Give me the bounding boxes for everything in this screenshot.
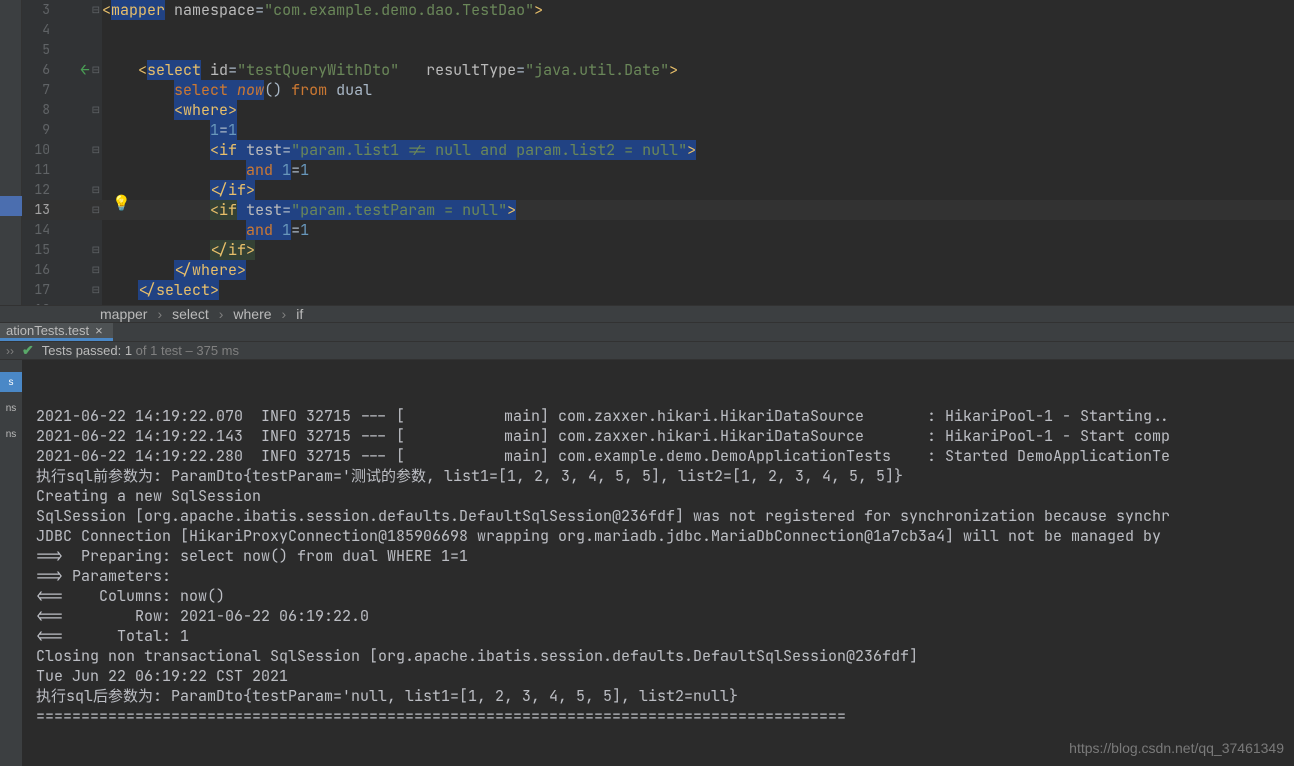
gutter-line[interactable]: 17 ⊟ [22,280,102,300]
code-line[interactable]: <if test="param.testParam = null"> [102,200,1294,220]
tests-count-label: of 1 test – 375 ms [132,343,239,358]
console-line: <== Total: 1 [36,626,1292,646]
run-tab-label: ationTests.test [6,323,89,338]
code-line[interactable] [102,40,1294,60]
gutter-line[interactable]: 16 ⊟ [22,260,102,280]
line-number: 8 [22,100,50,120]
line-number: 6 [22,60,50,80]
tests-passed-label: Tests passed: 1 [42,343,132,358]
fold-end-icon[interactable]: ⊟ [92,280,100,300]
code-line[interactable] [102,300,1294,320]
code-line[interactable] [102,20,1294,40]
console-line: Creating a new SqlSession [36,486,1292,506]
gutter-line[interactable]: 4 [22,20,102,40]
code-line[interactable]: <mapper namespace="com.example.demo.dao.… [102,0,1294,20]
fold-end-icon[interactable]: ⊟ [92,180,100,200]
line-number: 12 [22,180,50,200]
line-number: 13 [22,200,50,220]
line-number: 15 [22,240,50,260]
console-panel: s ns ns 2021-06-22 14:19:22.070 INFO 327… [0,359,1294,766]
gutter-line[interactable]: 7 [22,80,102,100]
expand-icon[interactable]: ›› [6,344,14,358]
console-line: 2021-06-22 14:19:22.280 INFO 32715 --- [… [36,446,1292,466]
console-output[interactable]: 2021-06-22 14:19:22.070 INFO 32715 --- [… [22,360,1294,766]
line-number: 4 [22,20,50,40]
code-line[interactable]: and 1=1 [102,220,1294,240]
console-line: 执行sql前参数为: ParamDto{testParam='测试的参数, li… [36,466,1292,486]
gutter-line[interactable]: 12 ⊟ [22,180,102,200]
line-number: 14 [22,220,50,240]
code-line[interactable]: 1=1 [102,120,1294,140]
run-tab-bar: ationTests.test × [0,322,1294,342]
fold-end-icon[interactable]: ⊟ [92,240,100,260]
gutter-line[interactable]: 6 ←⊟ [22,60,102,80]
line-number: 9 [22,120,50,140]
console-tab[interactable]: ns [0,424,22,444]
test-status-bar: ›› ✔ Tests passed: 1 of 1 test – 375 ms [0,342,1294,359]
console-line: <== Columns: now() [36,586,1292,606]
code-line[interactable]: select now() from dual [102,80,1294,100]
line-number: 17 [22,280,50,300]
fold-icon[interactable]: ⊟ [92,100,100,120]
fold-icon[interactable]: ⊟ [92,140,100,160]
console-line: Tue Jun 22 06:19:22 CST 2021 [36,666,1292,686]
console-tab[interactable]: s [0,372,22,392]
code-line[interactable]: </if> [102,240,1294,260]
nav-back-icon[interactable]: ← [80,60,90,80]
console-line: ==> Preparing: select now() from dual WH… [36,546,1292,566]
fold-icon[interactable]: ⊟ [92,200,100,220]
gutter-line[interactable]: 14 [22,220,102,240]
watermark: https://blog.csdn.net/qq_37461349 [1069,738,1284,758]
code-line[interactable]: <where> [102,100,1294,120]
gutter-line[interactable]: 10 ⊟ [22,140,102,160]
line-number: 16 [22,260,50,280]
console-line: <== Row: 2021-06-22 06:19:22.0 [36,606,1292,626]
fold-end-icon[interactable]: ⊟ [92,260,100,280]
console-line: JDBC Connection [HikariProxyConnection@1… [36,526,1292,546]
code-line[interactable]: </if> [102,180,1294,200]
console-side-tabs[interactable]: s ns ns [0,360,22,766]
check-icon: ✔ [22,342,34,359]
console-tab[interactable]: ns [0,398,22,418]
gutter-line[interactable]: 11 [22,160,102,180]
console-line: ==> Parameters: [36,566,1292,586]
close-icon[interactable]: × [95,323,103,338]
gutter-line[interactable]: 13 ⊟ [22,200,102,220]
line-number: 3 [22,0,50,20]
console-line: 2021-06-22 14:19:22.143 INFO 32715 --- [… [36,426,1292,446]
gutter-line[interactable]: 3⊟ [22,0,102,20]
line-number-gutter[interactable]: 3⊟456←⊟78⊟910⊟1112⊟13⊟1415⊟16⊟17⊟18 [22,0,102,305]
gutter-line[interactable]: 8⊟ [22,100,102,120]
code-body[interactable]: 💡 <mapper namespace="com.example.demo.da… [102,0,1294,305]
console-line: SqlSession [org.apache.ibatis.session.de… [36,506,1292,526]
console-line: Closing non transactional SqlSession [or… [36,646,1292,666]
run-tab[interactable]: ationTests.test × [0,323,113,341]
code-line[interactable]: <if test="param.list1 != null and param.… [102,140,1294,160]
line-number: 7 [22,80,50,100]
fold-icon[interactable]: ⊟ [92,60,100,80]
console-line: 2021-06-22 14:19:22.070 INFO 32715 --- [… [36,406,1292,426]
code-editor[interactable]: 3⊟456←⊟78⊟910⊟1112⊟13⊟1415⊟16⊟17⊟18 💡 <m… [0,0,1294,305]
marker-gutter [0,0,22,305]
code-line[interactable]: and 1=1 [102,160,1294,180]
code-line[interactable]: <select id="testQueryWithDto" resultType… [102,60,1294,80]
fold-icon[interactable]: ⊟ [92,0,100,20]
intention-bulb-icon[interactable]: 💡 [112,193,131,213]
code-line[interactable]: </select> [102,280,1294,300]
line-number: 5 [22,40,50,60]
code-line[interactable]: </where> [102,260,1294,280]
gutter-line[interactable]: 15 ⊟ [22,240,102,260]
gutter-line[interactable]: 5 [22,40,102,60]
console-line: ========================================… [36,706,1292,726]
line-number: 10 [22,140,50,160]
gutter-line[interactable]: 9 [22,120,102,140]
line-number: 11 [22,160,50,180]
console-line: 执行sql后参数为: ParamDto{testParam='null, lis… [36,686,1292,706]
